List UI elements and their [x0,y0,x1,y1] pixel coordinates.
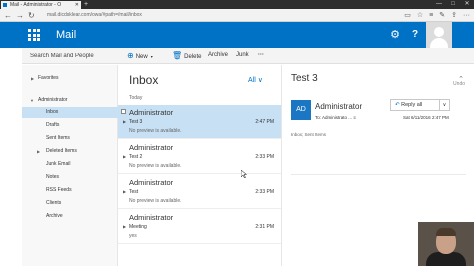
divider [291,174,466,175]
message-date: Sat 6/11/2016 2:47 PM [403,115,449,120]
message-subject: Test 2 [129,154,143,160]
back-icon[interactable]: ← [4,9,12,22]
new-label: New [135,54,148,60]
search-input[interactable] [30,50,116,62]
favorites-icon[interactable]: ☆ [417,9,423,22]
message-subject: Test [129,189,139,195]
reply-all-label: Reply all [401,102,423,108]
window-controls: — □ ✕ [432,0,474,9]
expand-triangle-icon[interactable]: ▶ [123,189,126,194]
message-preview: No preview is available. [129,128,182,134]
recipient-line[interactable]: To: Administrato ... ≡ [315,115,356,120]
browser-address-bar: ← → ↻ mail.dicdsklear.com/owa/#path=/mai… [0,9,474,22]
user-avatar[interactable] [426,22,452,48]
message-preview: No preview is available. [129,198,182,204]
new-button[interactable]: ⊕ New ▾ [127,48,153,65]
expand-triangle-icon[interactable]: ▶ [123,224,126,229]
app-launcher-icon[interactable] [22,22,46,48]
more-icon[interactable]: ··· [463,9,470,22]
refresh-icon[interactable]: ↻ [28,9,35,22]
undo-button[interactable]: Undo [453,81,465,87]
notes-icon[interactable]: ✎ [439,9,445,22]
message-subject-heading: Test 3 [291,73,318,84]
expand-triangle-icon[interactable]: ▶ [123,119,126,124]
message-preview: yes [129,233,137,239]
settings-gear-icon[interactable]: ⚙ [386,22,404,48]
select-checkbox[interactable] [121,109,126,114]
browser-tab-bar: Mail - Administrator - O ✕ + — □ ✕ [0,0,474,9]
app-name: Mail [56,29,77,41]
message-subject: Test 3 [129,119,143,125]
trash-icon: 🗑 [172,51,183,60]
account-header[interactable]: ▼ Administrator [22,95,118,106]
folder-deleted-items[interactable]: ▶ Deleted Items [22,146,118,157]
list-title: Inbox [129,73,159,87]
forward-icon[interactable]: → [16,9,24,22]
folder-drafts[interactable]: Drafts [22,120,118,131]
message-subject: Meeting [129,224,147,230]
message-time: 2:31 PM [255,224,274,230]
favorites-header[interactable]: ▶ Favorites [22,73,118,84]
folder-inbox[interactable]: Inbox [22,107,118,118]
help-icon[interactable]: ? [406,22,424,48]
filter-dropdown[interactable]: All ∨ [248,76,263,84]
webcam-overlay [418,222,474,266]
search-box [22,48,118,64]
browser-tab[interactable]: Mail - Administrator - O ✕ [1,1,81,9]
message-sender: Administrator [129,213,174,222]
message-preview: No preview is available. [129,163,182,169]
folder-rss-feeds[interactable]: RSS Feeds [22,185,118,196]
sender-avatar: AD [291,100,311,120]
message-item[interactable]: Administrator ▶ Meeting 2:31 PM yes [118,210,281,244]
message-item[interactable]: Administrator ▶ Test 3 2:47 PM No previe… [118,105,281,139]
folder-sent-items[interactable]: Sent Items [22,133,118,144]
reply-all-button[interactable]: ↶ Reply all [390,99,440,111]
folder-pane: ▶ Favorites ▼ Administrator Inbox Drafts… [22,65,118,266]
message-list: Inbox All ∨ Today Administrator ▶ Test 3… [118,65,282,266]
more-commands-button[interactable]: ··· [258,48,264,63]
folder-notes[interactable]: Notes [22,172,118,183]
browser-toolbar: ▭ ☆ ≡ ✎ ⇪ ··· [404,9,470,22]
junk-button[interactable]: Junk [236,48,249,63]
close-window-button[interactable]: ✕ [460,0,474,9]
sender-name[interactable]: Administrator [315,102,362,111]
expand-triangle-icon: ▶ [31,76,35,81]
message-time: 2:33 PM [255,189,274,195]
message-sender: Administrator [129,178,174,187]
hub-icon[interactable]: ≡ [429,9,433,22]
expand-triangle-icon: ▶ [37,149,41,154]
close-tab-icon[interactable]: ✕ [75,1,79,9]
archive-button[interactable]: Archive [208,48,228,63]
plus-icon: ⊕ [127,51,134,60]
outlook-favicon-icon [3,3,7,7]
chevron-down-icon: ▾ [150,54,153,59]
command-bar: ⊕ New ▾ 🗑 Delete Archive Junk ··· [118,48,474,64]
delete-label: Delete [184,54,202,60]
folder-clients[interactable]: Clients [22,198,118,209]
maximize-button[interactable]: □ [446,0,460,9]
browser-tab-title: Mail - Administrator - O [10,2,62,8]
message-time: 2:33 PM [255,154,274,160]
delete-button[interactable]: 🗑 Delete [172,48,202,65]
expand-triangle-icon[interactable]: ▶ [123,154,126,159]
app-header: Mail ⚙ ? [0,22,474,48]
message-folders: Inbox; Sent Items [291,132,327,137]
message-time: 2:47 PM [255,119,274,125]
new-tab-button[interactable]: + [84,0,88,9]
reading-view-icon[interactable]: ▭ [404,9,411,22]
share-icon[interactable]: ⇪ [451,9,457,22]
url-field[interactable]: mail.dicdsklear.com/owa/#path=/mail/inbo… [44,11,344,20]
message-sender: Administrator [129,108,174,117]
message-sender: Administrator [129,143,174,152]
mouse-cursor-icon [241,170,247,178]
reply-options-chevron-icon[interactable]: ∨ [440,99,450,111]
message-item[interactable]: Administrator ▶ Test 2 2:33 PM No previe… [118,140,281,174]
message-item[interactable]: Administrator ▶ Test 2:33 PM No preview … [118,175,281,209]
folder-junk-email[interactable]: Junk Email [22,159,118,170]
reply-all-icon: ↶ [395,102,400,108]
minimize-button[interactable]: — [432,0,446,9]
folder-archive[interactable]: Archive [22,211,118,222]
group-header-today: Today [129,95,143,101]
collapse-triangle-icon: ▼ [30,98,34,103]
